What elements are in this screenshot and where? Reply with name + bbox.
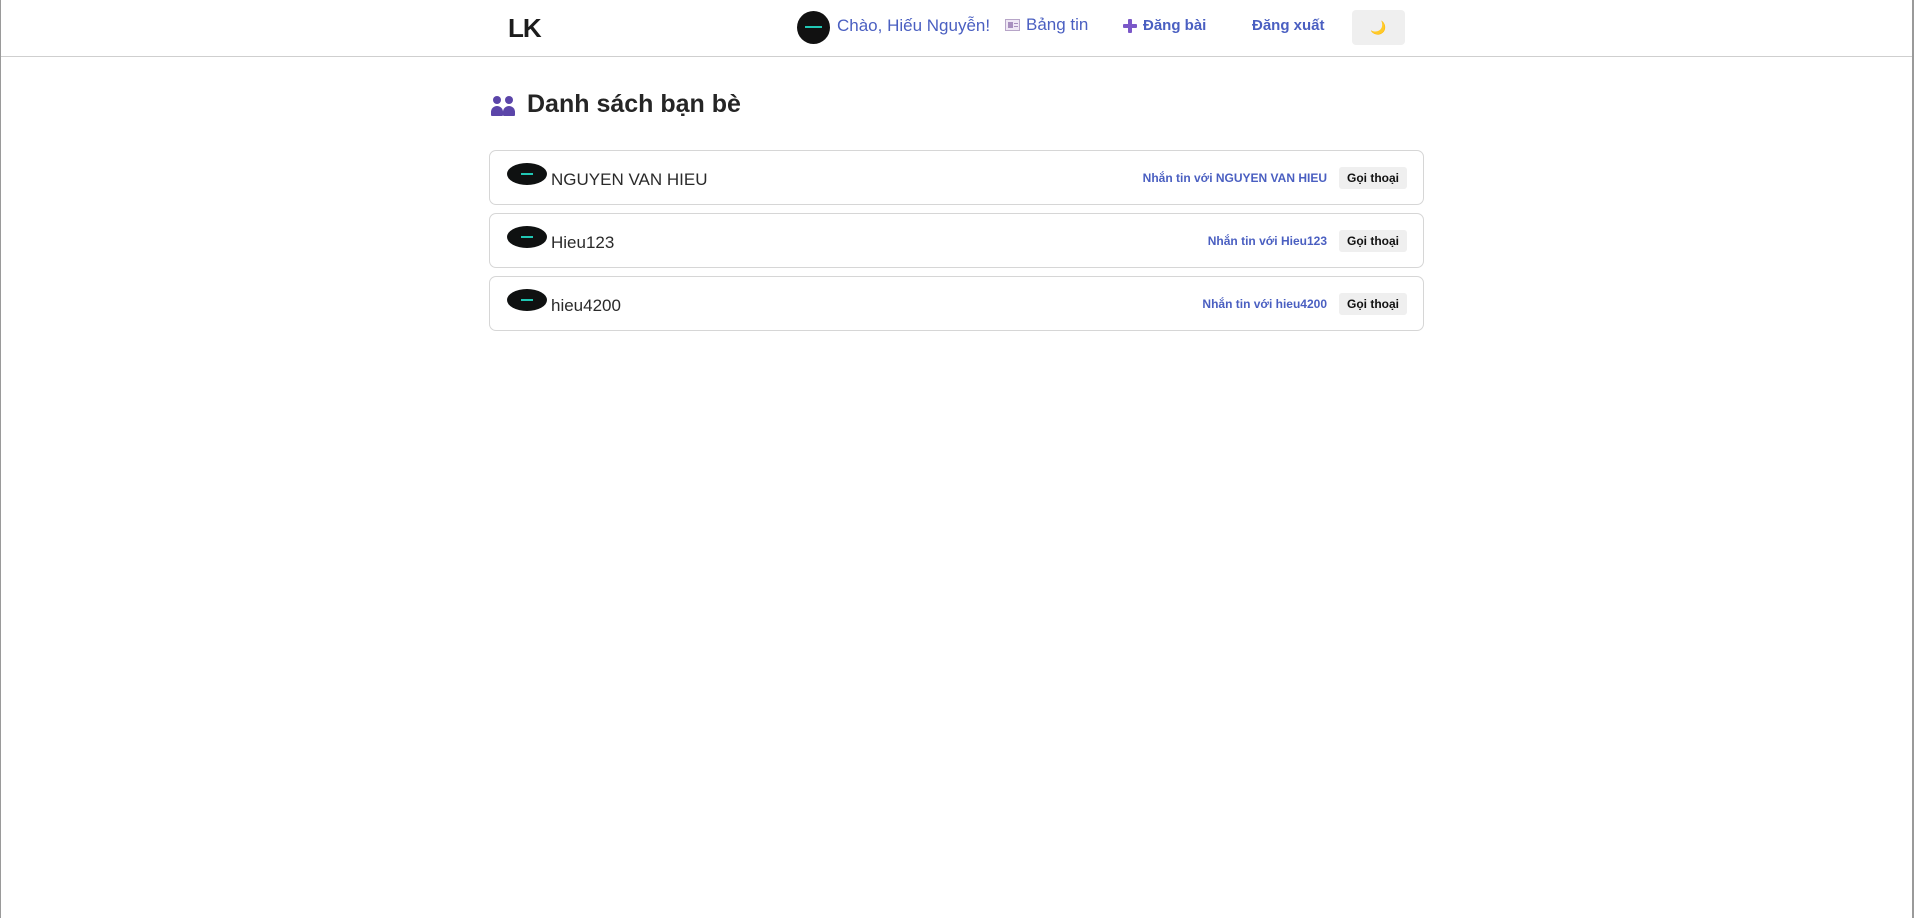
friend-name[interactable]: Hieu123 [551,233,614,253]
message-friend-link[interactable]: Nhắn tin với NGUYEN VAN HIEU [1143,171,1327,185]
browser-frame: LK Chào, Hiếu Nguyễn! Bảng tin Đăng bài … [0,0,1914,918]
friend-person-shape [491,95,503,116]
friend-actions: Nhắn tin với NGUYEN VAN HIEU Gọi thoại [1143,167,1407,189]
page-title-text: Danh sách bạn bè [527,90,741,118]
voice-call-button[interactable]: Gọi thoại [1339,167,1407,189]
friend-name[interactable]: hieu4200 [551,296,621,316]
message-friend-link[interactable]: Nhắn tin với hieu4200 [1202,297,1327,311]
friends-icon [490,94,517,116]
user-greeting: Chào, Hiếu Nguyễn! [837,16,991,35]
friend-actions: Nhắn tin với hieu4200 Gọi thoại [1202,293,1407,315]
friend-row: hieu4200 Nhắn tin với hieu4200 Gọi thoại [489,276,1424,331]
voice-call-button[interactable]: Gọi thoại [1339,230,1407,252]
create-post-link[interactable]: Đăng bài [1123,17,1206,34]
theme-toggle-button[interactable]: 🌙 [1352,10,1405,45]
friend-name[interactable]: NGUYEN VAN HIEU [551,170,708,190]
page-title: Danh sách bạn bè [490,90,741,119]
friend-row: NGUYEN VAN HIEU Nhắn tin với NGUYEN VAN … [489,150,1424,205]
user-avatar[interactable] [797,11,830,44]
logout-link[interactable]: Đăng xuất [1252,17,1325,34]
friend-list: NGUYEN VAN HIEU Nhắn tin với NGUYEN VAN … [489,150,1424,339]
create-post-label: Đăng bài [1143,17,1207,34]
newsfeed-label: Bảng tin [1026,15,1089,34]
top-navigation: LK Chào, Hiếu Nguyễn! Bảng tin Đăng bài … [1,0,1912,57]
newspaper-icon [1005,19,1020,31]
plus-icon [1123,18,1137,33]
newsfeed-link[interactable]: Bảng tin [1005,15,1088,35]
friend-avatar[interactable] [507,289,547,311]
friend-person-shape [503,95,515,116]
message-friend-link[interactable]: Nhắn tin với Hieu123 [1208,234,1327,248]
voice-call-button[interactable]: Gọi thoại [1339,293,1407,315]
site-logo[interactable]: LK [508,13,542,44]
friend-actions: Nhắn tin với Hieu123 Gọi thoại [1208,230,1407,252]
friend-row: Hieu123 Nhắn tin với Hieu123 Gọi thoại [489,213,1424,268]
friend-avatar[interactable] [507,163,547,185]
moon-icon: 🌙 [1370,19,1387,35]
friend-avatar[interactable] [507,226,547,248]
